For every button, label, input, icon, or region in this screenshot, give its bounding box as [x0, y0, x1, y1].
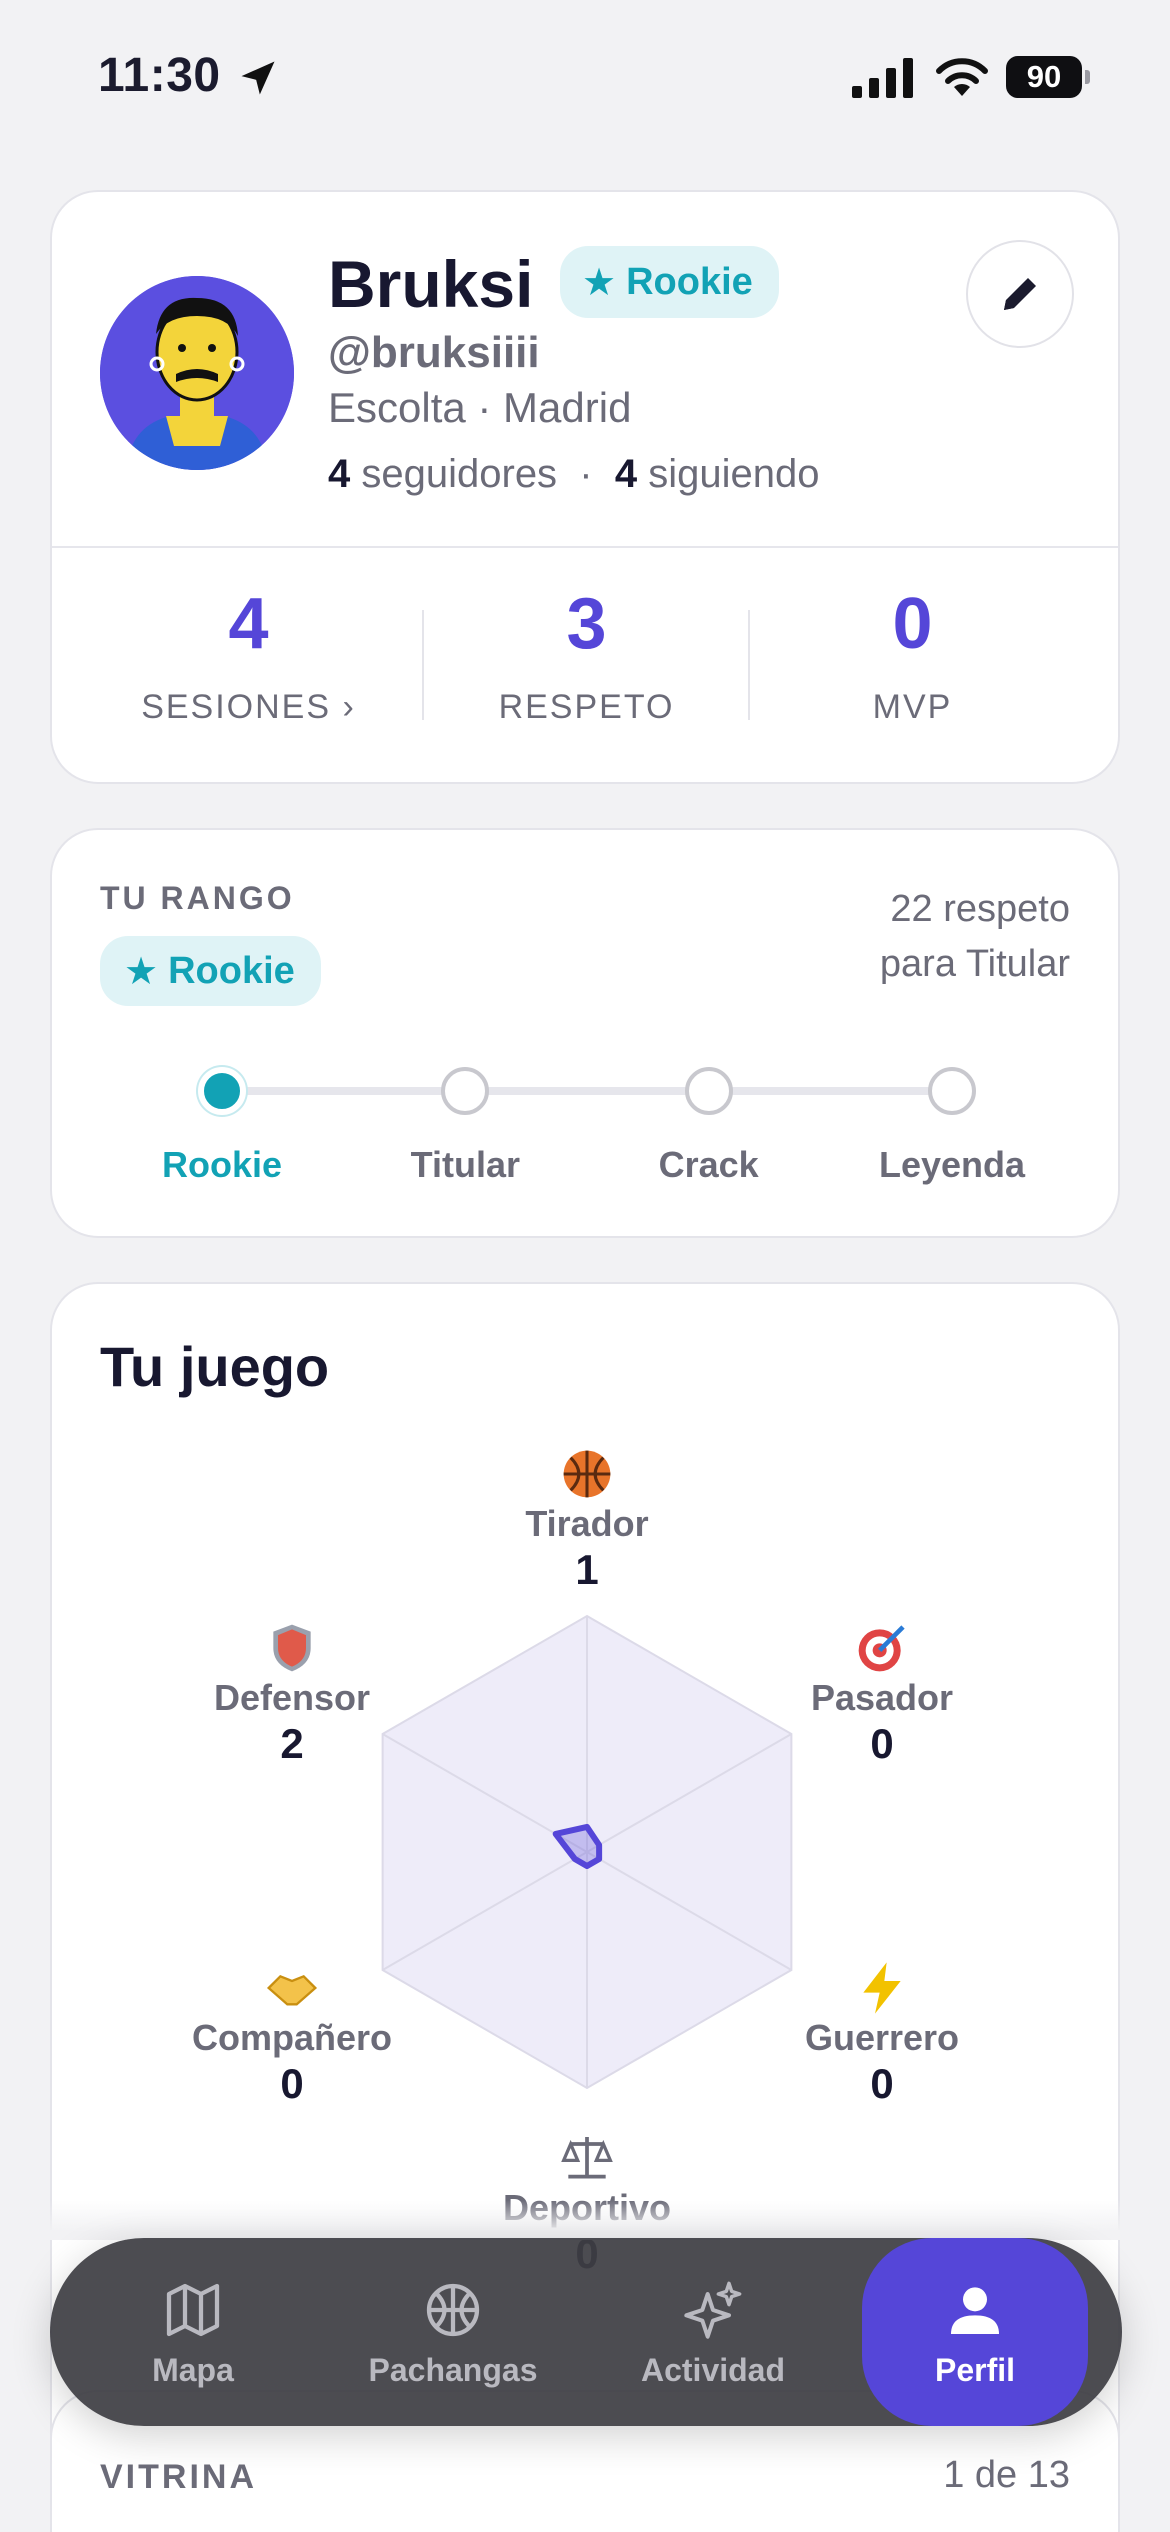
following-link[interactable]: 4 siguiendo [615, 452, 820, 496]
rank-step-label: Crack [658, 1144, 759, 1185]
radar-attribute-pasador: Pasador 0 [752, 1620, 1012, 1770]
person-icon [951, 2287, 999, 2334]
user-name: Bruksi [328, 247, 534, 321]
followers-link[interactable]: 4 seguidores [328, 452, 557, 496]
shield-icon [273, 1624, 311, 1672]
follow-counts: 4 seguidores · 4 siguiendo [328, 452, 820, 496]
radar-attribute-guerrero: Guerrero 0 [752, 1960, 1012, 2110]
map-icon [166, 2283, 220, 2337]
user-role-city: Escolta · Madrid [328, 384, 632, 431]
radar-attribute-compañero: Compañero 0 [162, 1960, 422, 2110]
battery-icon: 90 [1006, 56, 1090, 98]
stat-label: RESPETO [498, 688, 675, 726]
radar-label: Compañero [191, 2017, 393, 2058]
radar-value: 1 [575, 1546, 599, 1594]
tab-perfil[interactable]: Perfil [862, 2238, 1088, 2426]
rank-step-dot [441, 1067, 490, 1115]
radar-attribute-defensor: Defensor 2 [162, 1620, 422, 1770]
current-rank-badge: ★ Rookie [100, 936, 321, 1006]
star-icon: ★ [582, 261, 617, 304]
tab-label: Mapa [152, 2352, 234, 2388]
radar-label: Guerrero [804, 2017, 960, 2058]
star-icon: ★ [124, 950, 159, 993]
divider [52, 546, 1118, 548]
cellular-signal-icon [852, 58, 913, 98]
rank-step-label: Rookie [161, 1144, 283, 1185]
stat-label: MVP [872, 688, 953, 726]
stat-value: 4 [228, 584, 269, 664]
tab-label: Actividad [640, 2352, 786, 2388]
battery-level: 90 [1006, 56, 1082, 98]
tab-bar: Mapa Pachangas Actividad Perfil [50, 2238, 1122, 2426]
radar-attribute-tirador: Tirador 1 [457, 1446, 717, 1596]
tab-actividad[interactable]: Actividad [600, 2238, 826, 2426]
location-arrow-icon [241, 61, 275, 95]
avatar[interactable] [100, 276, 294, 470]
handshake-icon [266, 1974, 318, 2006]
lightning-icon [863, 1962, 901, 2014]
radar-value: 0 [870, 1720, 894, 1768]
tab-mapa[interactable]: Mapa [80, 2238, 306, 2426]
sparkles-icon [684, 2281, 742, 2339]
avatar-illustration [100, 276, 294, 470]
radar-label: Defensor [213, 1677, 371, 1718]
scales-icon [561, 2137, 613, 2179]
radar-value: 0 [870, 2060, 894, 2108]
edit-profile-button[interactable] [966, 240, 1074, 348]
rank-step-label: Titular [410, 1144, 520, 1185]
tab-label: Pachangas [368, 2352, 538, 2388]
rank-card: TU RANGO ★ Rookie 22 respeto para Titula… [50, 828, 1120, 1238]
stat-label: SESIONES › [141, 688, 356, 726]
basketball-icon [563, 1450, 611, 1498]
profile-card: Bruksi ★ Rookie @bruksiiii Escolta · Mad… [50, 190, 1120, 784]
rank-progress-track [222, 1087, 952, 1095]
stat-mvp: 0 MVP [750, 588, 1075, 727]
rank-step-dot [928, 1067, 976, 1115]
status-time: 11:30 [98, 49, 221, 102]
rank-requirement: 22 respeto para Titular [879, 888, 1070, 986]
vitrina-title: VITRINA [100, 2458, 257, 2496]
stat-sesiones[interactable]: 4 SESIONES › [86, 588, 411, 727]
rank-step-label: Leyenda [878, 1144, 1026, 1185]
radar-value: 0 [280, 2060, 304, 2108]
rank-badge: ★ Rookie [560, 246, 779, 318]
radar-label: Tirador [525, 1503, 649, 1544]
stat-value: 3 [566, 584, 607, 664]
rank-step-dot [684, 1067, 733, 1115]
radar-value: 2 [280, 1720, 304, 1768]
status-bar: 11:30 90 [0, 0, 1170, 150]
rank-title: TU RANGO [100, 880, 295, 916]
user-handle: @bruksiiii [328, 328, 540, 377]
basketball-icon [426, 2283, 480, 2337]
current-rank-label: Rookie [168, 949, 295, 992]
vitrina-count: 1 de 13 [943, 2454, 1070, 2496]
fade-overlay [0, 2200, 1170, 2240]
radar-label: Pasador [810, 1677, 954, 1718]
stat-respeto: 3 RESPETO [424, 588, 749, 727]
wifi-icon [936, 58, 988, 96]
pencil-icon [1004, 278, 1036, 310]
rank-step-dot [198, 1067, 246, 1115]
target-icon [858, 1625, 905, 1672]
tab-pachangas[interactable]: Pachangas [340, 2238, 566, 2426]
tab-label: Perfil [934, 2352, 1016, 2388]
rank-badge-label: Rookie [626, 260, 753, 303]
stat-value: 0 [892, 584, 933, 664]
